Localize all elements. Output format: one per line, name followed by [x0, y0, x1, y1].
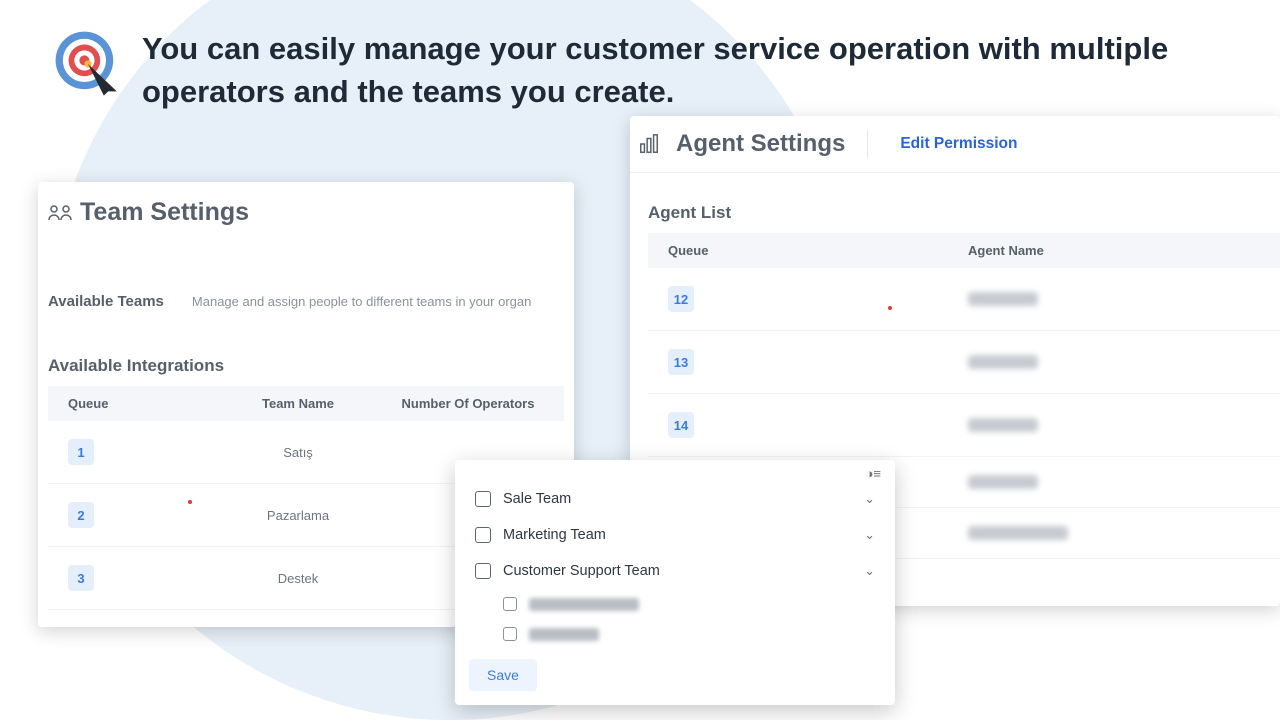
header-queue: Queue	[68, 396, 198, 411]
dropdown-subitem[interactable]	[469, 619, 881, 649]
agent-header-name: Agent Name	[968, 243, 1188, 258]
agent-name-blurred	[968, 475, 1038, 489]
edit-permission-link[interactable]: Edit Permission	[900, 135, 1017, 153]
table-row[interactable]: 14	[648, 394, 1280, 457]
header-num-operators: Number Of Operators	[398, 396, 538, 411]
page-header: You can easily manage your customer serv…	[0, 0, 1280, 124]
queue-badge: 3	[68, 565, 94, 591]
available-teams-label: Available Teams	[48, 293, 164, 310]
dropdown-item-support[interactable]: Customer Support Team ⌄	[469, 553, 881, 589]
agent-name-blurred	[968, 418, 1038, 432]
bars-icon	[638, 133, 660, 155]
checkbox[interactable]	[475, 563, 491, 579]
available-integrations-label: Available Integrations	[48, 356, 564, 376]
subitem-blurred	[529, 628, 599, 641]
available-teams-desc: Manage and assign people to different te…	[192, 294, 531, 309]
chevron-down-icon[interactable]: ⌄	[864, 491, 875, 507]
checkbox[interactable]	[503, 627, 517, 641]
dropdown-item-sale[interactable]: Sale Team ⌄	[469, 481, 881, 517]
dropdown-item-marketing[interactable]: Marketing Team ⌄	[469, 517, 881, 553]
header-team-name: Team Name	[198, 396, 398, 411]
queue-badge: 13	[668, 349, 694, 375]
dropdown-label: Marketing Team	[503, 527, 852, 543]
agent-settings-title: Agent Settings	[676, 130, 845, 158]
chevron-down-icon[interactable]: ⌄	[864, 563, 875, 579]
chevron-down-icon[interactable]: ⌄	[864, 527, 875, 543]
queue-badge: 14	[668, 412, 694, 438]
team-name-cell: Satış	[198, 445, 398, 460]
agent-header-queue: Queue	[668, 243, 968, 258]
dropdown-subitem[interactable]	[469, 589, 881, 619]
checkbox[interactable]	[503, 597, 517, 611]
people-icon	[48, 204, 72, 222]
queue-badge: 1	[68, 439, 94, 465]
checkbox[interactable]	[475, 527, 491, 543]
divider	[867, 130, 868, 158]
team-settings-title: Team Settings	[80, 198, 249, 227]
dot-indicator	[888, 306, 892, 310]
dropdown-label: Sale Team	[503, 491, 852, 507]
team-table-header: Queue Team Name Number Of Operators	[48, 386, 564, 421]
save-button[interactable]: Save	[469, 659, 537, 691]
queue-badge: 12	[668, 286, 694, 312]
team-name-cell: Destek	[198, 571, 398, 586]
table-row[interactable]: 13	[648, 331, 1280, 394]
toggle-icon[interactable]: ◑≡	[469, 466, 881, 481]
team-name-cell: Pazarlama	[198, 508, 398, 523]
subitem-blurred	[529, 598, 639, 611]
queue-badge: 2	[68, 502, 94, 528]
agent-name-blurred	[968, 292, 1038, 306]
target-icon	[52, 28, 124, 100]
dropdown-label: Customer Support Team	[503, 563, 852, 579]
page-headline: You can easily manage your customer serv…	[142, 28, 1220, 114]
agent-name-blurred	[968, 526, 1068, 540]
team-dropdown-card: ◑≡ Sale Team ⌄ Marketing Team ⌄ Customer…	[455, 460, 895, 705]
agent-table-header: Queue Agent Name	[648, 233, 1280, 268]
agent-name-blurred	[968, 355, 1038, 369]
agent-list-title: Agent List	[648, 203, 1280, 223]
dot-indicator	[188, 500, 192, 504]
table-row[interactable]: 12	[648, 268, 1280, 331]
checkbox[interactable]	[475, 491, 491, 507]
